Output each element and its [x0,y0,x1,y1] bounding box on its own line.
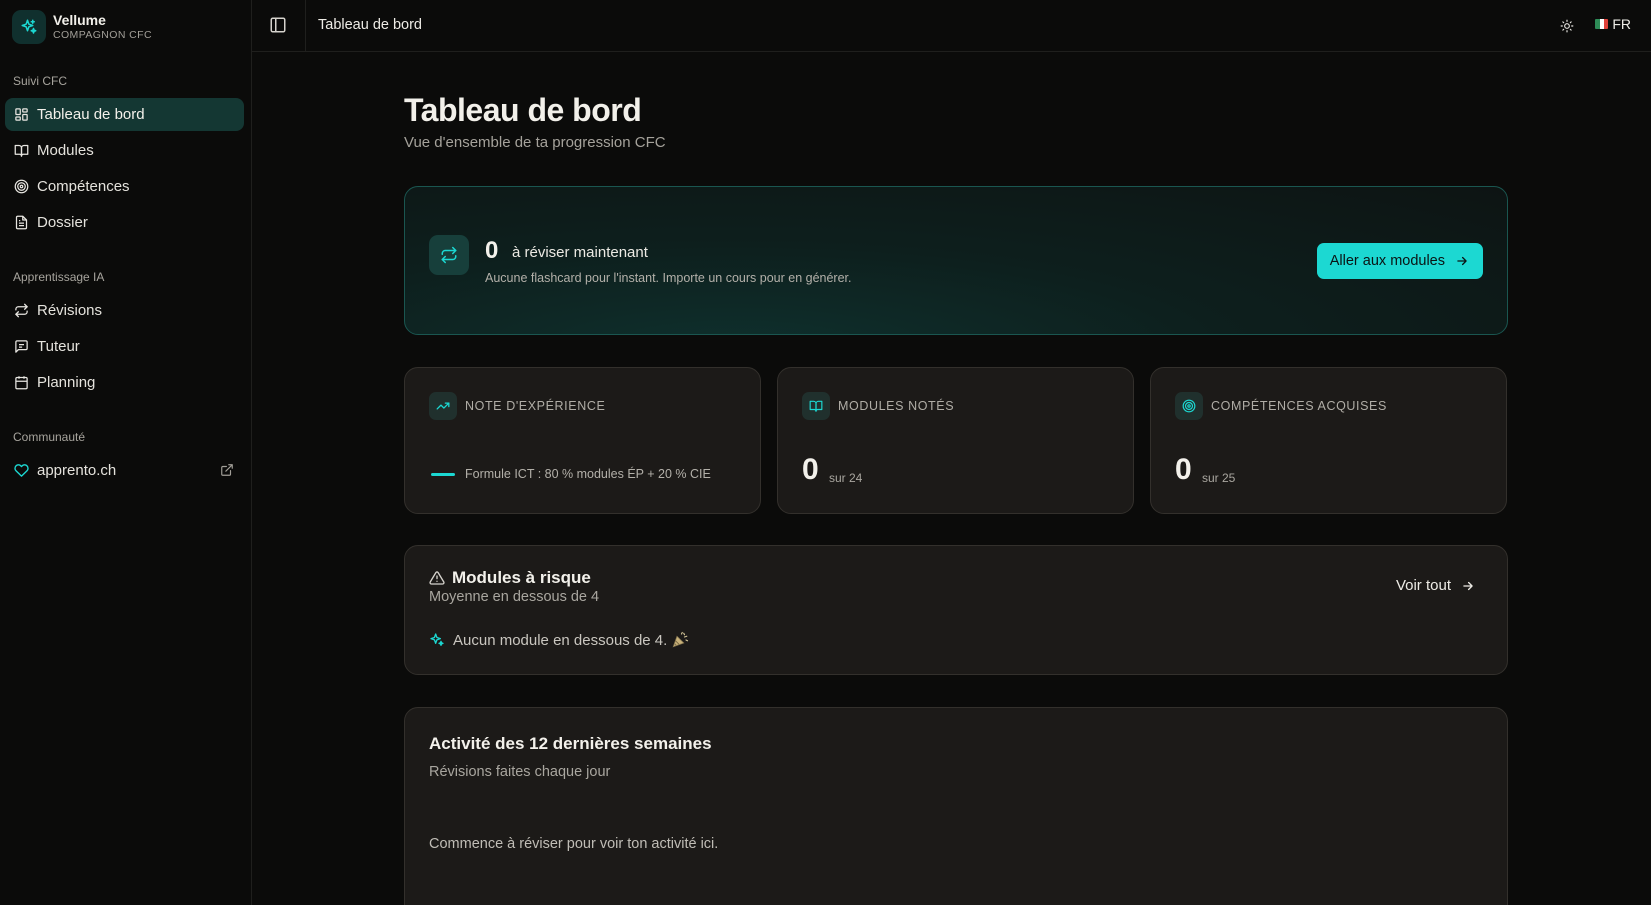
see-all-button[interactable]: Voir tout [1396,577,1475,594]
sidebar-item-label: Révisions [37,302,103,319]
stat-unit: sur 24 [829,471,863,485]
stat-title: COMPÉTENCES ACQUISES [1211,399,1387,413]
sidebar-item-dossier[interactable]: Dossier [5,206,244,239]
see-all-label: Voir tout [1395,577,1451,594]
sidebar-toggle-icon[interactable] [269,16,289,36]
brand[interactable]: Vellume COMPAGNON CFC [12,10,152,44]
file-icon [13,215,29,231]
target-icon [13,179,29,195]
stat-unit: sur 25 [1202,471,1236,485]
activity-subtitle: Révisions faites chaque jour [429,764,611,780]
risk-modules-card: Modules à risque Moyenne en dessous de 4… [404,545,1508,675]
stat-card-competences: COMPÉTENCES ACQUISES 0 sur 25 [1150,367,1507,514]
activity-card: Activité des 12 dernières semaines Révis… [404,707,1508,905]
sidebar-item-label: apprento.ch [37,462,117,479]
flag-icon [1595,19,1609,29]
repeat-icon [429,235,469,275]
sidebar-item-label: Tableau de bord [37,106,145,123]
sidebar-item-modules[interactable]: Modules [5,134,244,167]
review-label: à réviser maintenant [512,244,648,261]
sidebar-item-tableau-de-bord[interactable]: Tableau de bord [5,98,244,131]
sidebar: Vellume COMPAGNON CFC Suivi CFC Tableau … [0,0,252,905]
trending-up-icon [429,392,457,420]
section-label-suivi: Suivi CFC [13,74,68,88]
chat-icon [13,339,29,355]
stat-title: NOTE D'EXPÉRIENCE [465,399,606,413]
sidebar-item-label: Planning [37,374,96,391]
risk-empty-state: Aucun module en dessous de 4. [429,631,689,649]
breadcrumb: Tableau de bord [318,17,422,33]
sidebar-item-label: Compétences [37,178,130,195]
stat-value: 0 [802,453,819,486]
dashboard-icon [13,107,29,123]
sun-icon[interactable] [1557,16,1577,36]
sparkles-logo-icon [12,10,46,44]
sidebar-item-tuteur[interactable]: Tuteur [5,330,244,363]
empty-value-dash [431,473,455,476]
book-icon [802,392,830,420]
page-title: Tableau de bord [404,92,642,128]
stat-formula: Formule ICT : 80 % modules ÉP + 20 % CIE [465,467,711,481]
sidebar-item-planning[interactable]: Planning [5,366,244,399]
risk-title: Modules à risque [452,568,591,587]
arrow-right-icon [1461,579,1475,593]
risk-empty-text: Aucun module en dessous de 4. [453,631,668,649]
sidebar-item-apprento[interactable]: apprento.ch [5,454,244,487]
stat-value: 0 [1175,453,1192,486]
heart-icon [13,463,29,479]
party-popper-icon [671,631,689,649]
review-hint: Aucune flashcard pour l'instant. Importe… [485,271,852,285]
arrow-right-icon [1455,254,1469,268]
topbar: Tableau de bord FR [252,0,1651,52]
sidebar-item-revisions[interactable]: Révisions [5,294,244,327]
activity-title: Activité des 12 dernières semaines [429,734,712,753]
section-label-communaute: Communauté [13,430,86,444]
stat-card-modules: MODULES NOTÉS 0 sur 24 [777,367,1134,514]
book-icon [13,143,29,159]
review-card: 0 à réviser maintenant Aucune flashcard … [404,186,1508,335]
sidebar-item-competences[interactable]: Compétences [5,170,244,203]
brand-subtitle: COMPAGNON CFC [53,29,152,41]
target-icon [1175,392,1203,420]
brand-name: Vellume [53,12,106,28]
activity-empty-state: Commence à réviser pour voir ton activit… [429,836,719,852]
stat-title: MODULES NOTÉS [838,399,955,413]
review-count: 0 [485,237,499,264]
button-label: Aller aux modules [1329,253,1445,269]
calendar-icon [13,375,29,391]
risk-subtitle: Moyenne en dessous de 4 [429,589,600,605]
stat-card-experience: NOTE D'EXPÉRIENCE Formule ICT : 80 % mod… [404,367,761,514]
sidebar-item-label: Tuteur [37,338,80,355]
language-label: FR [1612,16,1631,32]
sparkles-icon [429,632,445,648]
external-link-icon [220,463,234,477]
language-switcher[interactable]: FR [1595,16,1631,32]
sidebar-item-label: Modules [37,142,94,159]
section-label-apprentissage: Apprentissage IA [13,270,105,284]
page-subtitle: Vue d'ensemble de ta progression CFC [404,134,666,151]
sidebar-item-label: Dossier [37,214,88,231]
repeat-icon [13,303,29,319]
go-to-modules-button[interactable]: Aller aux modules [1316,243,1483,279]
topbar-divider [305,0,306,52]
warning-icon [429,570,445,586]
